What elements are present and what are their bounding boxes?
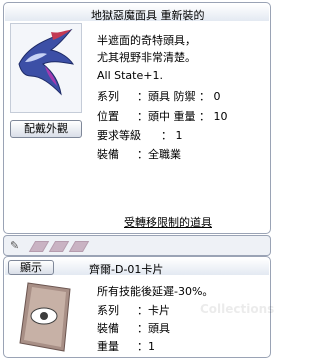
- slot-tool-icon: ✎: [10, 239, 20, 252]
- item-image: [10, 23, 82, 113]
- card-row-equip: 裝備 ：頭具: [97, 322, 170, 335]
- card-title: 齊爾-D-01卡片: [89, 263, 164, 276]
- demon-mask-icon: [18, 28, 75, 96]
- item-row-type: 系列 ：頭具 防禦 ： 0: [97, 90, 221, 103]
- show-button[interactable]: 顯示: [8, 260, 54, 275]
- card-slot-strip: ✎: [3, 235, 271, 256]
- item-row-required-level: 要求等級： 1: [97, 129, 183, 142]
- item-row-location: 位置 ：頭中 重量 ： 10: [97, 110, 228, 123]
- card-slot[interactable]: [48, 241, 70, 252]
- card-effect: 所有技能後延遲-30%。: [97, 285, 214, 298]
- item-description-1: 半遮面的奇特頭具，: [97, 34, 196, 47]
- item-row-equip: 裝備 ：全職業: [97, 148, 181, 161]
- appearance-button[interactable]: 配戴外觀: [10, 120, 82, 138]
- card-image: [14, 279, 84, 353]
- card-slot[interactable]: [28, 241, 50, 252]
- item-info-window: 地獄惡魔面具 重新裝的 配戴外觀 半遮面的奇特頭具， 尤其視野非常清楚。 All…: [3, 2, 271, 234]
- card-row-weight: 重量 ：1: [97, 340, 155, 353]
- item-stat-line: All State+1.: [97, 69, 163, 82]
- item-title: 地獄惡魔面具 重新裝的: [91, 9, 205, 22]
- item-description-2: 尤其視野非常清楚。: [97, 51, 196, 64]
- restriction-link[interactable]: 受轉移限制的道具: [124, 214, 212, 230]
- card-row-type: 系列 ：卡片: [97, 304, 170, 317]
- eye-card-icon: [19, 282, 71, 352]
- card-slot[interactable]: [68, 241, 90, 252]
- watermark: Collections: [200, 302, 275, 316]
